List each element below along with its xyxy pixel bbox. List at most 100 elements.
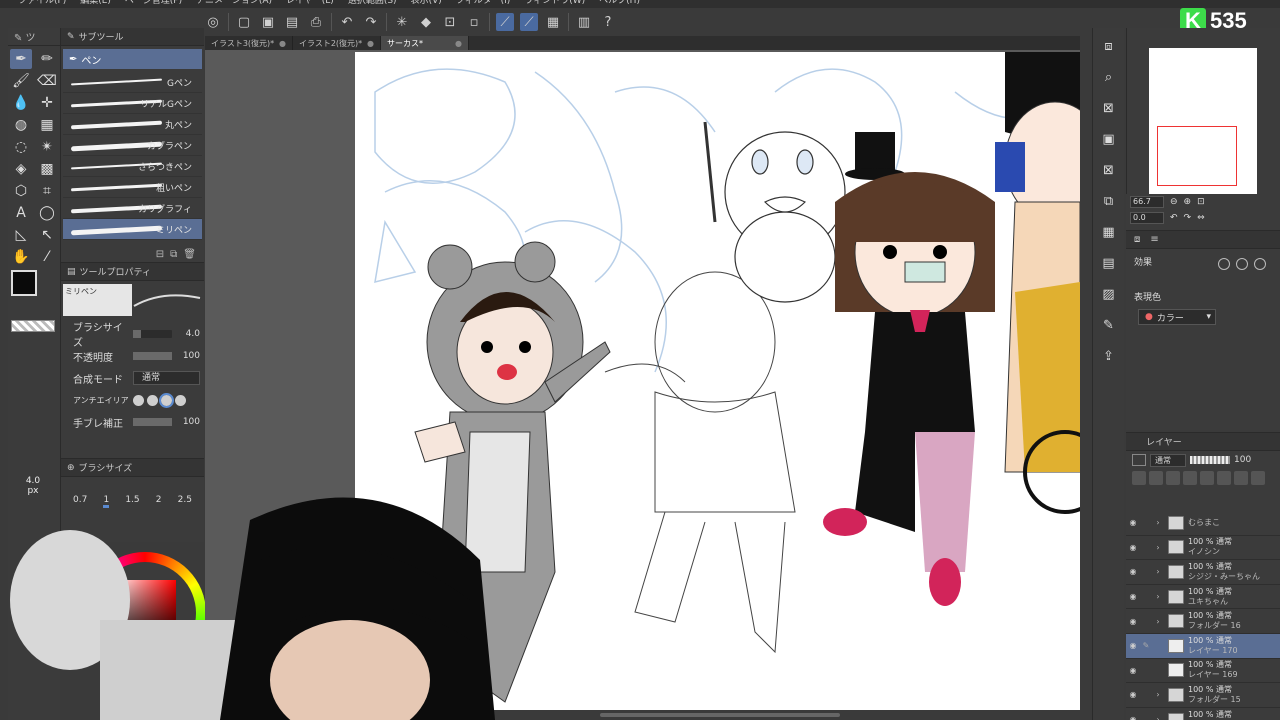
brush-size-row[interactable]: ブラシサイズ 4.0	[61, 323, 204, 349]
opacity-slider[interactable]	[133, 352, 172, 360]
menu-item[interactable]: 編集(E)	[80, 0, 111, 8]
eyedropper-tool-icon[interactable]: ⁄	[36, 247, 58, 267]
rotate-right-icon[interactable]: ↷	[1184, 213, 1192, 223]
navigator-view-rect[interactable]	[1157, 126, 1237, 186]
layer-tool-icon[interactable]	[1166, 471, 1180, 485]
close-panel-icon[interactable]: ⊠	[1098, 96, 1120, 120]
size-preset[interactable]: 1.5	[125, 495, 139, 508]
eye-icon[interactable]: ◉	[1126, 592, 1140, 601]
color-square[interactable]	[112, 580, 176, 644]
brush-item[interactable]: さらつきペン	[63, 156, 202, 177]
redo-icon[interactable]: ↷	[362, 13, 380, 31]
menu-item[interactable]: 表示(V)	[411, 0, 442, 8]
aa-strong[interactable]	[175, 394, 186, 406]
search-icon[interactable]: ⌕	[1098, 65, 1120, 89]
scroll-thumb[interactable]	[600, 713, 840, 717]
stabilize-slider[interactable]	[133, 418, 172, 426]
edit-icon[interactable]: ✎	[1098, 313, 1120, 337]
navigator-thumbnail[interactable]	[1149, 48, 1257, 216]
brush-size-value[interactable]: 4.0	[176, 329, 200, 339]
brush-item[interactable]: 丸ペン	[63, 114, 202, 135]
frame-icon[interactable]: ▤	[1098, 251, 1120, 275]
layer-tool-icon[interactable]	[1234, 471, 1248, 485]
menu-item[interactable]: レイヤー(L)	[286, 0, 334, 8]
size-preset[interactable]: 1	[103, 495, 110, 508]
blend-tool-icon[interactable]: 💧	[10, 93, 32, 113]
image-icon[interactable]: ▨	[1098, 282, 1120, 306]
eye-icon[interactable]: ◉	[1126, 567, 1140, 576]
balloon-tool-icon[interactable]: ◯	[36, 203, 58, 223]
brush-item[interactable]: リアルGペン	[63, 93, 202, 114]
tab-document[interactable]: イラスト3(復元)* ●	[205, 36, 293, 50]
open-folder-icon[interactable]: ▣	[259, 13, 277, 31]
layer-row[interactable]: ◉ › 100 % 通常 ユキちゃん	[1126, 585, 1280, 610]
size-preset[interactable]: 2	[156, 495, 162, 508]
pen-tool-icon[interactable]: ✒	[10, 49, 32, 69]
document-icon[interactable]: ▥	[575, 13, 593, 31]
expand-icon[interactable]: ›	[1152, 715, 1164, 720]
size-preset[interactable]: 0.7	[73, 495, 87, 508]
tab-close-icon[interactable]: ●	[455, 39, 462, 48]
expand-icon[interactable]: ›	[1152, 592, 1164, 601]
tab-close-icon[interactable]: ●	[367, 39, 374, 48]
antialias-row[interactable]: アンチエイリアス	[61, 389, 204, 411]
layer-blend-select[interactable]: 通常	[1150, 453, 1186, 467]
material-icon[interactable]: ⧈	[1098, 34, 1120, 58]
airbrush-tool-icon[interactable]: ◍	[10, 115, 32, 135]
eraser-tool-icon[interactable]: ⌫	[36, 71, 58, 91]
effects-tab-icon-2[interactable]: ≡	[1150, 234, 1158, 245]
expand-icon[interactable]: ›	[1152, 518, 1164, 527]
eye-icon[interactable]: ◉	[1126, 518, 1140, 527]
menu-item[interactable]: アニメーション(A)	[196, 0, 272, 8]
expand-icon[interactable]: ›	[1152, 617, 1164, 626]
tab-close-icon[interactable]: ●	[279, 39, 286, 48]
pencil-tool-icon[interactable]: ✏	[36, 49, 58, 69]
layer-opacity-slider[interactable]	[1190, 456, 1230, 464]
special-ruler-icon[interactable]: ⟋	[520, 13, 538, 31]
frame-tool-icon[interactable]: ⌗	[36, 181, 58, 201]
layer-row[interactable]: ◉ › むらまこ	[1126, 511, 1280, 536]
menu-item[interactable]: 選択範囲(S)	[348, 0, 397, 8]
delete-subtool-icon[interactable]: 🗑	[183, 249, 196, 260]
brush-size-slider[interactable]	[133, 330, 172, 338]
effect-color-icon[interactable]	[1254, 258, 1266, 270]
ruler-snap-icon[interactable]: ⟋	[496, 13, 514, 31]
figure-tool-icon[interactable]: ⬡	[10, 181, 32, 201]
zoom-value[interactable]: 66.7	[1130, 196, 1164, 208]
magic-wand-icon[interactable]: ✴	[36, 137, 58, 157]
zoom-out-icon[interactable]: ⊖	[1170, 197, 1178, 207]
rotate-left-icon[interactable]: ↶	[1170, 213, 1178, 223]
layer-tool-icon[interactable]	[1149, 471, 1163, 485]
transform-icon[interactable]: ⊡	[441, 13, 459, 31]
move-tool-icon[interactable]: ✛	[36, 93, 58, 113]
layer-row[interactable]: ◉ ✎ 100 % 通常 レイヤー 170	[1126, 633, 1280, 659]
close-icon[interactable]: ⊠	[1098, 158, 1120, 182]
mesh-tool-icon[interactable]: ▦	[36, 115, 58, 135]
clear-icon[interactable]: ▫	[465, 13, 483, 31]
main-color-swatch[interactable]	[11, 270, 37, 296]
lock-icon[interactable]: ✎	[1140, 641, 1152, 650]
fit-icon[interactable]: ⊡	[1197, 197, 1205, 207]
save-icon[interactable]: ▤	[283, 13, 301, 31]
aa-medium[interactable]	[159, 392, 174, 408]
layer-tool-icon[interactable]	[1200, 471, 1214, 485]
layer-tool-icon[interactable]	[1217, 471, 1231, 485]
layer-property-icon[interactable]: ▣	[1098, 127, 1120, 151]
expand-icon[interactable]: ›	[1152, 567, 1164, 576]
gradient-tool-icon[interactable]: ▩	[36, 159, 58, 179]
effect-border-icon[interactable]	[1218, 258, 1230, 270]
undo-icon[interactable]: ↶	[338, 13, 356, 31]
fill-tool-icon[interactable]: ◈	[10, 159, 32, 179]
blend-mode-row[interactable]: 合成モード 通常	[61, 367, 204, 389]
layer-row[interactable]: ◉ › 100 % 通常 フォルダー 15	[1126, 683, 1280, 708]
opacity-row[interactable]: 不透明度 100	[61, 345, 204, 367]
color-wheel[interactable]	[84, 552, 206, 674]
zoom-in-icon[interactable]: ⊕	[1184, 197, 1192, 207]
menu-item[interactable]: ウィンドウ(W)	[524, 0, 585, 8]
brush-item[interactable]: カブラペン	[63, 135, 202, 156]
copy-icon[interactable]: ⧉	[1098, 189, 1120, 213]
aa-none[interactable]	[133, 394, 144, 406]
tab-document[interactable]: イラスト2(復元)* ●	[293, 36, 381, 50]
print-icon[interactable]: ⎙	[307, 13, 325, 31]
layer-row[interactable]: ◉ › 100 % 通常 フォルダー 16	[1126, 609, 1280, 634]
